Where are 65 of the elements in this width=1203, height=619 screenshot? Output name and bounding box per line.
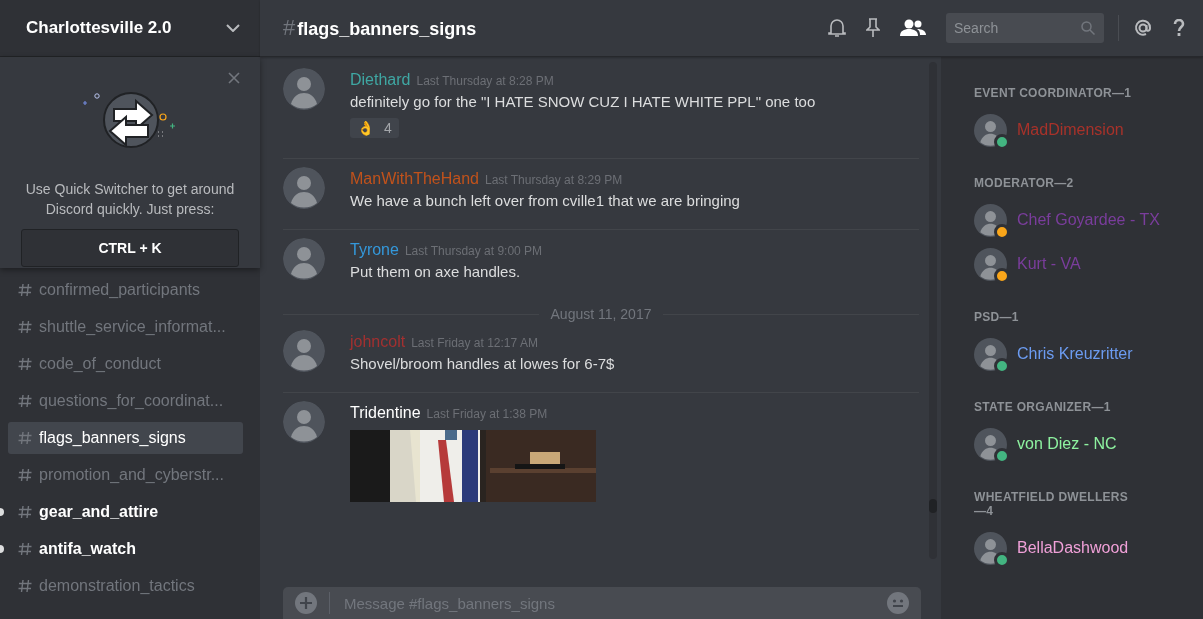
- search-field[interactable]: Search: [946, 13, 1104, 43]
- user-avatar[interactable]: [283, 238, 325, 280]
- hash-icon: [18, 468, 32, 482]
- member-name: BellaDashwood: [1017, 539, 1129, 557]
- user-avatar[interactable]: [283, 401, 325, 443]
- role-heading: EVENT COORDINATOR—1: [974, 86, 1133, 100]
- member-item[interactable]: Chris Kreuzritter: [974, 332, 1193, 376]
- message-text: We have a bunch left over from cville1 that we are bringing: [350, 192, 740, 209]
- hash-icon: [18, 320, 32, 334]
- hash-icon: [18, 431, 32, 445]
- channel-item[interactable]: questions_for_coordinat...: [8, 385, 243, 417]
- scrollbar-thumb[interactable]: [929, 499, 937, 513]
- plus-icon[interactable]: [295, 592, 317, 614]
- message-text: Shovel/broom handles at lowes for 6-7$: [350, 355, 615, 372]
- pin-icon[interactable]: [866, 18, 880, 38]
- hash-icon: [18, 579, 32, 593]
- emoji-icon[interactable]: [887, 592, 909, 614]
- member-name: Chris Kreuzritter: [1017, 345, 1133, 363]
- role-heading: PSD—1: [974, 310, 1020, 324]
- quick-switcher-hint: Use Quick Switcher to get around Discord quickly. Just press:: [24, 180, 236, 219]
- channel-item[interactable]: confirmed_participants: [8, 274, 243, 306]
- hash-icon: [18, 542, 32, 556]
- channel-item[interactable]: flags_banners_signs: [8, 422, 243, 454]
- hash-icon: [18, 394, 32, 408]
- hash-icon: [18, 283, 32, 297]
- member-name: Chef Goyardee - TX: [1017, 211, 1160, 229]
- message-text: definitely go for the "I HATE SNOW CUZ I HATE WHITE PPL" one too: [350, 93, 816, 110]
- member-item[interactable]: von Diez - NC: [974, 422, 1193, 466]
- channel-item[interactable]: gear_and_attire: [8, 496, 243, 528]
- member-item[interactable]: BellaDashwood: [974, 526, 1193, 570]
- member-item[interactable]: MadDimension: [974, 108, 1193, 152]
- author-name[interactable]: ManWithTheHand: [350, 170, 479, 188]
- role-heading: WHEATFIELD DWELLERS—4: [974, 490, 1130, 518]
- reaction-button[interactable]: 👌 4: [350, 118, 399, 138]
- members-icon[interactable]: [900, 19, 926, 37]
- channel-hash: #: [283, 15, 296, 41]
- hash-icon: [18, 357, 32, 371]
- user-avatar[interactable]: [283, 330, 325, 372]
- message-text: Put them on axe handles.: [350, 263, 522, 280]
- role-heading: MODERATOR—2: [974, 176, 1075, 190]
- member-name: MadDimension: [1017, 121, 1124, 139]
- channel-item[interactable]: promotion_and_cyberstr...: [8, 459, 243, 491]
- close-icon[interactable]: [228, 72, 240, 84]
- chevron-down-icon: [226, 24, 240, 32]
- mention-icon[interactable]: [1133, 18, 1153, 38]
- user-avatar[interactable]: [283, 167, 325, 209]
- channel-item[interactable]: antifa_watch: [8, 533, 243, 565]
- role-heading: STATE ORGANIZER—1: [974, 400, 1112, 414]
- server-name: Charlottesville 2.0: [26, 18, 172, 38]
- hash-icon: [18, 505, 32, 519]
- user-avatar[interactable]: [283, 68, 325, 110]
- author-name[interactable]: Tyrone: [350, 241, 399, 259]
- shortcut-button[interactable]: CTRL + K: [21, 229, 239, 267]
- channel-item[interactable]: code_of_conduct: [8, 348, 243, 380]
- channel-item[interactable]: shuttle_service_informat...: [8, 311, 243, 343]
- author-name[interactable]: Tridentine: [350, 404, 421, 422]
- member-name: Kurt - VA: [1017, 255, 1081, 273]
- date-divider: August 11, 2017: [550, 306, 652, 322]
- bell-icon[interactable]: [828, 18, 846, 38]
- author-name[interactable]: Diethard: [350, 71, 411, 89]
- search-icon: [1081, 21, 1095, 35]
- member-name: von Diez - NC: [1017, 435, 1117, 453]
- channel-item[interactable]: demonstration_tactics: [8, 570, 243, 602]
- help-icon[interactable]: [1173, 19, 1185, 37]
- channel-title: flags_banners_signs: [297, 19, 477, 40]
